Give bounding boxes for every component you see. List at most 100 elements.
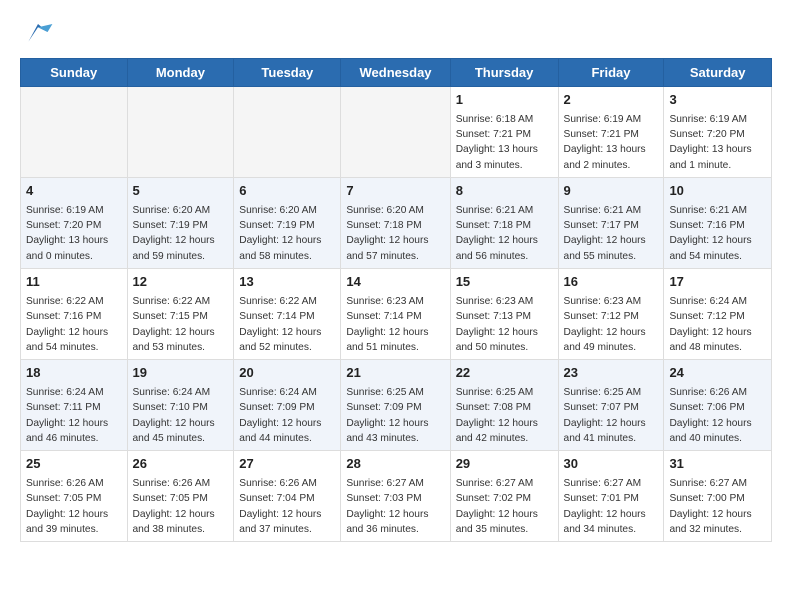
calendar-header-row: SundayMondayTuesdayWednesdayThursdayFrid…: [21, 59, 772, 87]
day-number: 3: [669, 91, 766, 110]
calendar-cell: 3 Sunrise: 6:19 AM Sunset: 7:20 PM Daylig…: [664, 87, 772, 178]
calendar-table: SundayMondayTuesdayWednesdayThursdayFrid…: [20, 58, 772, 542]
day-info: Sunrise: 6:21 AM Sunset: 7:17 PM Dayligh…: [564, 203, 659, 264]
day-number: 15: [456, 273, 553, 292]
day-number: 26: [133, 455, 229, 474]
logo-bird-icon: [22, 16, 54, 48]
day-number: 11: [26, 273, 122, 292]
page: SundayMondayTuesdayWednesdayThursdayFrid…: [0, 0, 792, 558]
calendar-cell: 29 Sunrise: 6:27 AM Sunset: 7:02 PM Dayli…: [450, 451, 558, 542]
day-info: Sunrise: 6:24 AM Sunset: 7:11 PM Dayligh…: [26, 385, 122, 446]
calendar-cell: 12 Sunrise: 6:22 AM Sunset: 7:15 PM Dayli…: [127, 269, 234, 360]
col-header-thursday: Thursday: [450, 59, 558, 87]
calendar-cell: 26 Sunrise: 6:26 AM Sunset: 7:05 PM Dayli…: [127, 451, 234, 542]
day-info: Sunrise: 6:27 AM Sunset: 7:01 PM Dayligh…: [564, 476, 659, 537]
calendar-cell: 14 Sunrise: 6:23 AM Sunset: 7:14 PM Dayli…: [341, 269, 450, 360]
calendar-week-row: 1 Sunrise: 6:18 AM Sunset: 7:21 PM Daylig…: [21, 87, 772, 178]
day-number: 9: [564, 182, 659, 201]
calendar-cell: 11Sunrise: 6:22 AM Sunset: 7:16 PM Dayli…: [21, 269, 128, 360]
day-number: 30: [564, 455, 659, 474]
day-number: 6: [239, 182, 335, 201]
calendar-week-row: 25 Sunrise: 6:26 AM Sunset: 7:05 PM Dayli…: [21, 451, 772, 542]
day-info: Sunrise: 6:26 AM Sunset: 7:05 PM Dayligh…: [26, 476, 122, 537]
day-info: Sunrise: 6:20 AM Sunset: 7:19 PM Dayligh…: [133, 203, 229, 264]
day-number: 7: [346, 182, 444, 201]
col-header-tuesday: Tuesday: [234, 59, 341, 87]
calendar-cell: 8 Sunrise: 6:21 AM Sunset: 7:18 PM Daylig…: [450, 178, 558, 269]
day-number: 5: [133, 182, 229, 201]
day-number: 19: [133, 364, 229, 383]
logo-text: [20, 16, 54, 48]
day-number: 25: [26, 455, 122, 474]
day-number: 16: [564, 273, 659, 292]
day-info: Sunrise: 6:27 AM Sunset: 7:03 PM Dayligh…: [346, 476, 444, 537]
day-info: Sunrise: 6:21 AM Sunset: 7:18 PM Dayligh…: [456, 203, 553, 264]
day-number: 13: [239, 273, 335, 292]
calendar-cell: 18 Sunrise: 6:24 AM Sunset: 7:11 PM Dayli…: [21, 360, 128, 451]
day-info: Sunrise: 6:24 AM Sunset: 7:10 PM Dayligh…: [133, 385, 229, 446]
day-info: Sunrise: 6:26 AM Sunset: 7:04 PM Dayligh…: [239, 476, 335, 537]
calendar-cell: 17Sunrise: 6:24 AM Sunset: 7:12 PM Dayli…: [664, 269, 772, 360]
day-number: 12: [133, 273, 229, 292]
day-number: 8: [456, 182, 553, 201]
day-info: Sunrise: 6:27 AM Sunset: 7:00 PM Dayligh…: [669, 476, 766, 537]
col-header-monday: Monday: [127, 59, 234, 87]
day-number: 29: [456, 455, 553, 474]
day-number: 22: [456, 364, 553, 383]
calendar-cell: 13 Sunrise: 6:22 AM Sunset: 7:14 PM Dayli…: [234, 269, 341, 360]
calendar-cell: 21 Sunrise: 6:25 AM Sunset: 7:09 PM Dayli…: [341, 360, 450, 451]
col-header-sunday: Sunday: [21, 59, 128, 87]
calendar-cell: 25 Sunrise: 6:26 AM Sunset: 7:05 PM Dayli…: [21, 451, 128, 542]
day-number: 20: [239, 364, 335, 383]
calendar-week-row: 4 Sunrise: 6:19 AM Sunset: 7:20 PM Daylig…: [21, 178, 772, 269]
day-info: Sunrise: 6:18 AM Sunset: 7:21 PM Dayligh…: [456, 112, 553, 173]
day-info: Sunrise: 6:20 AM Sunset: 7:19 PM Dayligh…: [239, 203, 335, 264]
calendar-cell: 31Sunrise: 6:27 AM Sunset: 7:00 PM Dayli…: [664, 451, 772, 542]
day-info: Sunrise: 6:27 AM Sunset: 7:02 PM Dayligh…: [456, 476, 553, 537]
calendar-cell: 27 Sunrise: 6:26 AM Sunset: 7:04 PM Dayli…: [234, 451, 341, 542]
calendar-cell: 20 Sunrise: 6:24 AM Sunset: 7:09 PM Dayli…: [234, 360, 341, 451]
day-number: 24: [669, 364, 766, 383]
day-number: 10: [669, 182, 766, 201]
calendar-cell: 4 Sunrise: 6:19 AM Sunset: 7:20 PM Daylig…: [21, 178, 128, 269]
day-number: 14: [346, 273, 444, 292]
calendar-cell: 2 Sunrise: 6:19 AM Sunset: 7:21 PM Daylig…: [558, 87, 664, 178]
calendar-cell: 24 Sunrise: 6:26 AM Sunset: 7:06 PM Dayli…: [664, 360, 772, 451]
day-info: Sunrise: 6:23 AM Sunset: 7:14 PM Dayligh…: [346, 294, 444, 355]
day-info: Sunrise: 6:19 AM Sunset: 7:20 PM Dayligh…: [26, 203, 122, 264]
calendar-cell: 16 Sunrise: 6:23 AM Sunset: 7:12 PM Dayli…: [558, 269, 664, 360]
day-info: Sunrise: 6:19 AM Sunset: 7:21 PM Dayligh…: [564, 112, 659, 173]
day-info: Sunrise: 6:26 AM Sunset: 7:06 PM Dayligh…: [669, 385, 766, 446]
calendar-cell: 1 Sunrise: 6:18 AM Sunset: 7:21 PM Daylig…: [450, 87, 558, 178]
day-number: 4: [26, 182, 122, 201]
day-info: Sunrise: 6:25 AM Sunset: 7:07 PM Dayligh…: [564, 385, 659, 446]
calendar-cell: 28 Sunrise: 6:27 AM Sunset: 7:03 PM Dayli…: [341, 451, 450, 542]
col-header-wednesday: Wednesday: [341, 59, 450, 87]
day-number: 28: [346, 455, 444, 474]
day-number: 23: [564, 364, 659, 383]
calendar-cell: [21, 87, 128, 178]
calendar-cell: 6 Sunrise: 6:20 AM Sunset: 7:19 PM Daylig…: [234, 178, 341, 269]
day-number: 2: [564, 91, 659, 110]
calendar-cell: 10Sunrise: 6:21 AM Sunset: 7:16 PM Dayli…: [664, 178, 772, 269]
day-number: 27: [239, 455, 335, 474]
day-info: Sunrise: 6:19 AM Sunset: 7:20 PM Dayligh…: [669, 112, 766, 173]
logo: [20, 16, 54, 48]
day-info: Sunrise: 6:23 AM Sunset: 7:12 PM Dayligh…: [564, 294, 659, 355]
day-info: Sunrise: 6:24 AM Sunset: 7:09 PM Dayligh…: [239, 385, 335, 446]
col-header-saturday: Saturday: [664, 59, 772, 87]
day-number: 18: [26, 364, 122, 383]
calendar-cell: 30 Sunrise: 6:27 AM Sunset: 7:01 PM Dayli…: [558, 451, 664, 542]
day-info: Sunrise: 6:26 AM Sunset: 7:05 PM Dayligh…: [133, 476, 229, 537]
day-number: 1: [456, 91, 553, 110]
day-number: 21: [346, 364, 444, 383]
calendar-cell: [234, 87, 341, 178]
calendar-cell: 5 Sunrise: 6:20 AM Sunset: 7:19 PM Daylig…: [127, 178, 234, 269]
calendar-week-row: 18 Sunrise: 6:24 AM Sunset: 7:11 PM Dayli…: [21, 360, 772, 451]
day-info: Sunrise: 6:22 AM Sunset: 7:14 PM Dayligh…: [239, 294, 335, 355]
day-info: Sunrise: 6:25 AM Sunset: 7:09 PM Dayligh…: [346, 385, 444, 446]
day-info: Sunrise: 6:22 AM Sunset: 7:15 PM Dayligh…: [133, 294, 229, 355]
calendar-cell: 7Sunrise: 6:20 AM Sunset: 7:18 PM Daylig…: [341, 178, 450, 269]
day-info: Sunrise: 6:23 AM Sunset: 7:13 PM Dayligh…: [456, 294, 553, 355]
day-number: 17: [669, 273, 766, 292]
